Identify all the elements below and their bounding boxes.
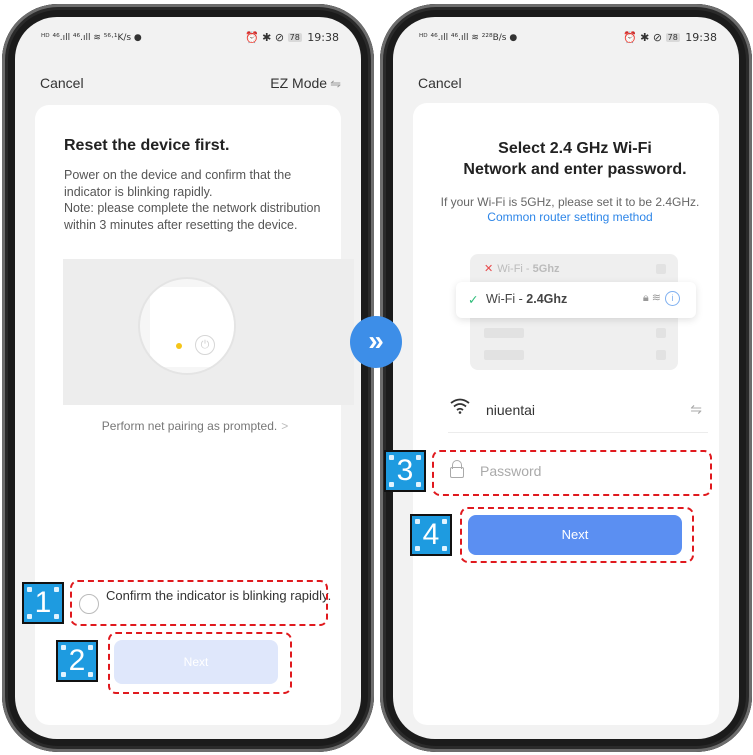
cancel-button[interactable]: Cancel [418,75,462,91]
lock-icon: 🔒︎ [642,292,649,304]
wifi-title-line2: Network and enter password. [463,161,687,178]
step-number: 4 [422,518,440,551]
device-circle: ⏻ [138,277,236,375]
divider [448,432,708,433]
status-signal-icons: ᴴᴰ ⁴⁶.ıll ⁴⁶.ıll ≋ ⁵⁶·¹K/s ● [41,33,142,43]
wifi-24g-card: ✓ Wi-Fi - 2.4Ghz 🔒︎ ≋ i [456,282,696,318]
cross-icon: ✕ [484,263,494,275]
status-bar: ᴴᴰ ⁴⁶.ıll ⁴⁶.ıll ≋ ²²⁸B/s ● ⏰ ✱ ⊘ 78 19:… [393,17,739,57]
ez-mode-label: EZ Mode [270,75,328,91]
step-number: 3 [396,454,414,487]
battery-icon: 78 [287,33,302,42]
cancel-button[interactable]: Cancel [40,75,84,91]
placeholder-bar [484,350,524,360]
step-badge-4: 4 [410,514,452,556]
wifi-5g-row: ✕ Wi-Fi - 5Ghz [484,262,560,275]
top-nav: Cancel EZ Mode ⇋ [15,75,361,99]
reset-title: Reset the device first. [64,137,230,154]
top-nav: Cancel [393,75,739,99]
phone-frame-right: ᴴᴰ ⁴⁶.ıll ⁴⁶.ıll ≋ ²²⁸B/s ● ⏰ ✱ ⊘ 78 19:… [380,4,752,752]
wifi-icon: ≋ [651,292,661,304]
status-right: ⏰ ✱ ⊘ 78 19:38 [623,31,717,44]
status-time: 19:38 [685,31,717,44]
wifi-24g-band: 2.4Ghz [526,292,568,306]
switch-arrows-icon: ⇋ [330,76,341,91]
reset-description: Power on the device and confirm that the… [64,167,332,233]
reset-desc-text: Power on the device and confirm that the… [64,168,292,199]
wifi-subtitle-text: If your Wi-Fi is 5GHz, please set it to … [440,195,700,209]
annotation-box-1 [70,580,328,626]
wifi-24g-label: Wi-Fi - 2.4Ghz [486,292,567,306]
ez-mode-switch[interactable]: EZ Mode ⇋ [270,75,341,92]
check-icon: ✓ [468,293,479,307]
reset-note-text: Note: please complete the network distri… [64,201,321,232]
info-icon: i [665,291,680,306]
device-illustration: ⏻ [63,259,354,405]
step-badge-1: 1 [22,582,64,624]
wifi-5g-band: 5Ghz [532,263,560,275]
status-time: 19:38 [307,31,339,44]
status-icons: ⏰ ✱ ⊘ [622,31,663,44]
switch-network-icon[interactable]: ⇋ [690,401,702,418]
chevron-right-icon: > [281,419,289,433]
placeholder-square [656,350,666,360]
status-icons: ⏰ ✱ ⊘ [244,31,285,44]
annotation-box-3 [432,450,712,496]
wifi-subtitle: If your Wi-Fi is 5GHz, please set it to … [432,195,708,225]
status-signal-icons: ᴴᴰ ⁴⁶.ıll ⁴⁶.ıll ≋ ²²⁸B/s ● [419,33,518,43]
step-number: 2 [68,644,86,677]
wifi-5g-prefix: Wi-Fi - [497,263,533,275]
battery-icon: 78 [665,33,680,42]
step-badge-2: 2 [56,640,98,682]
router-setting-link[interactable]: Common router setting method [487,210,652,224]
wifi-card-icons: 🔒︎ ≋ i [643,291,680,306]
step-badge-3: 3 [384,450,426,492]
wifi-title: Select 2.4 GHz Wi-Fi Network and enter p… [400,138,750,180]
screen-wifi-select: ᴴᴰ ⁴⁶.ıll ⁴⁶.ıll ≋ ²²⁸B/s ● ⏰ ✱ ⊘ 78 19:… [393,17,739,739]
power-icon: ⏻ [195,335,215,355]
annotation-box-2 [108,632,292,694]
annotation-box-4 [460,507,694,563]
double-chevron-right-icon: » [350,316,402,368]
placeholder-bar [484,328,524,338]
placeholder-square [656,328,666,338]
ssid-row[interactable]: niuentai ⇋ [448,398,710,424]
status-right: ⏰ ✱ ⊘ 78 19:38 [245,31,339,44]
placeholder-square [656,264,666,274]
net-pairing-label: Perform net pairing as prompted. [101,419,278,433]
ssid-name: niuentai [486,402,536,418]
status-bar: ᴴᴰ ⁴⁶.ıll ⁴⁶.ıll ≋ ⁵⁶·¹K/s ● ⏰ ✱ ⊘ 78 19… [15,17,361,57]
indicator-light-icon [176,343,182,349]
step-number: 1 [34,586,52,619]
wifi-title-line1: Select 2.4 GHz Wi-Fi [498,140,652,157]
net-pairing-link[interactable]: Perform net pairing as prompted. > [10,419,380,433]
wifi-24g-prefix: Wi-Fi - [486,292,527,306]
wifi-icon [450,398,470,419]
device-image: ⏻ [150,287,234,367]
